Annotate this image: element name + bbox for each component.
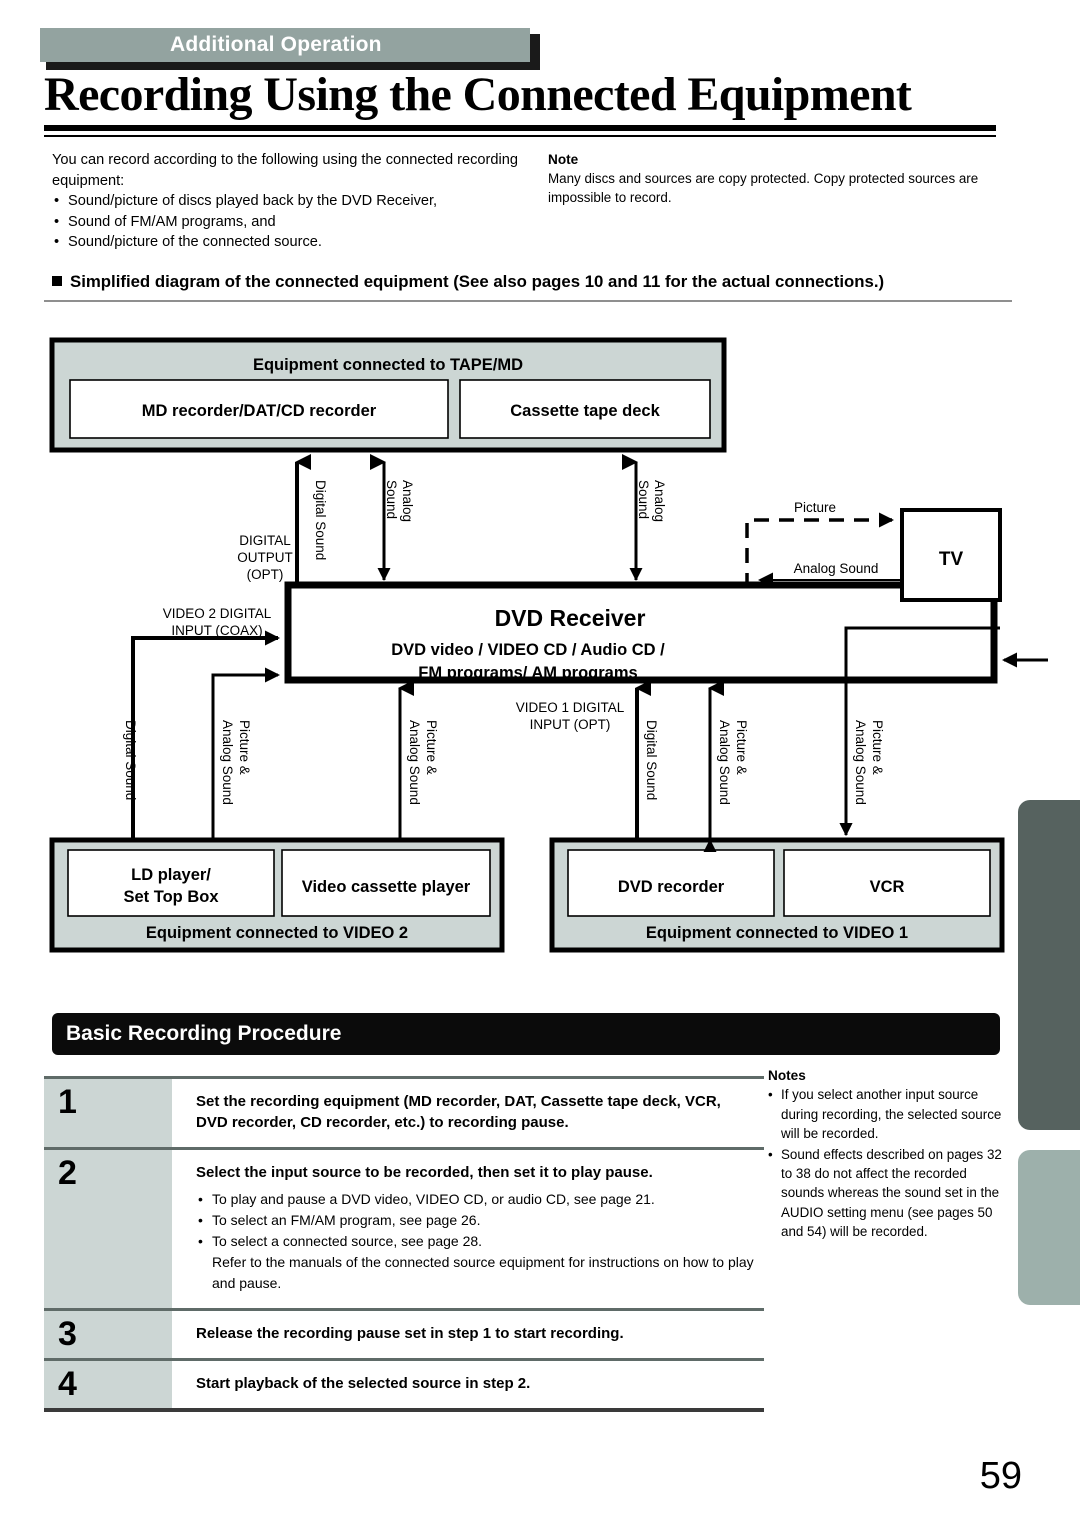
dvd-receiver-line2: FM programs/ AM programs [418,664,637,682]
section-tag-label: Additional Operation [170,33,382,56]
list-item: Sound/picture of discs played back by th… [52,191,522,212]
label-picture-analog-vcp: Analog Sound [407,720,422,805]
step-number: 3 [44,1311,172,1358]
basic-recording-procedure-title: Basic Recording Procedure [66,1022,342,1045]
video-cassette-box-label: Video cassette player [302,878,471,896]
section-tag: Additional Operation [40,28,530,62]
page-number: 59 [979,1455,1022,1497]
md-recorder-box-label: MD recorder/DAT/CD recorder [142,402,377,420]
svg-text:INPUT (COAX): INPUT (COAX) [171,623,262,638]
step-continuation: Refer to the manuals of the connected so… [212,1254,754,1291]
procedure-step: 4 Start playback of the selected source … [44,1358,764,1412]
procedure-steps: 1 Set the recording equipment (MD record… [44,1076,764,1412]
list-item: Sound of FM/AM programs, and [52,212,522,233]
connection-diagram: Equipment connected to TAPE/MD MD record… [0,330,1080,970]
intro-block: You can record according to the followin… [52,150,522,253]
title-rule-thick [44,125,996,131]
note-top-block: Note Many discs and sources are copy pro… [548,150,1008,207]
video1-group-label: Equipment connected to VIDEO 1 [646,924,908,942]
list-item: Sound effects described on pages 32 to 3… [768,1145,1008,1242]
step-number: 1 [44,1079,172,1147]
step-body: Release the recording pause set in step … [172,1311,764,1358]
section-tag-banner: Additional Operation [40,28,540,70]
label-analog-sound-md: Analog [400,480,415,522]
label-digital-sound-ld: Digital Sound [123,720,138,800]
svg-text:(OPT): (OPT) [247,567,284,582]
step-text: Start playback of the selected source in… [196,1375,531,1392]
list-item: If you select another input source durin… [768,1085,1008,1143]
svg-text:Sound: Sound [384,480,399,519]
label-digital-output-opt: DIGITAL [239,533,291,548]
note-top-text: Many discs and sources are copy protecte… [548,171,979,205]
procedure-step: 3 Release the recording pause set in ste… [44,1308,764,1358]
video2-group-label: Equipment connected to VIDEO 2 [146,924,408,942]
svg-text:INPUT (OPT): INPUT (OPT) [530,717,611,732]
label-analog-sound-tv: Analog Sound [794,561,879,576]
label-picture-analog-dvdrec: Analog Sound [717,720,732,805]
svg-text:Picture &: Picture & [870,720,885,775]
step-body: Set the recording equipment (MD recorder… [172,1079,764,1147]
list-item: To select an FM/AM program, see page 26. [196,1210,756,1231]
step-number: 4 [44,1361,172,1408]
intro-lead: You can record according to the followin… [52,152,518,189]
step-body: Start playback of the selected source in… [172,1361,764,1408]
note-top-heading: Note [548,152,579,167]
step-body: Select the input source to be recorded, … [172,1150,764,1308]
label-video1-digital-input-opt: VIDEO 1 DIGITAL [516,700,625,715]
label-digital-sound-md: Digital Sound [313,480,328,560]
step-text: Select the input source to be recorded, … [196,1164,653,1181]
cassette-deck-box-label: Cassette tape deck [510,402,660,420]
dvd-receiver-line1: DVD video / VIDEO CD / Audio CD / [391,641,665,659]
ld-player-box-label: LD player/ [131,866,211,884]
list-item: To select a connected source, see page 2… [196,1231,756,1252]
label-digital-sound-dvdrec: Digital Sound [644,720,659,800]
procedure-step: 1 Set the recording equipment (MD record… [44,1076,764,1147]
title-rule-thin [44,135,996,137]
intro-bullet-list: Sound/picture of discs played back by th… [52,191,522,253]
tv-box-label: TV [939,549,964,570]
list-item: To play and pause a DVD video, VIDEO CD,… [196,1189,756,1210]
notes-side-block: Notes If you select another input source… [768,1066,1008,1243]
svg-text:Picture &: Picture & [424,720,439,775]
svg-text:Sound: Sound [636,480,651,519]
label-picture-analog-vcr: Analog Sound [853,720,868,805]
margin-tab-light [1018,1150,1080,1305]
svg-text:OUTPUT: OUTPUT [237,550,293,565]
label-picture-analog-ld: Analog Sound [220,720,235,805]
step-text: Release the recording pause set in step … [196,1325,624,1342]
svg-text:Picture &: Picture & [237,720,252,775]
svg-text:Set Top Box: Set Top Box [123,888,219,906]
manual-page: Additional Operation Recording Using the… [0,0,1080,1528]
step-text: Set the recording equipment (MD recorder… [196,1093,721,1131]
diagram-heading-label: Simplified diagram of the connected equi… [70,272,885,291]
label-analog-sound-cassette: Analog [652,480,667,522]
diagram-heading: Simplified diagram of the connected equi… [52,272,1012,292]
label-video2-digital-input-coax: VIDEO 2 DIGITAL [163,606,272,621]
page-title: Recording Using the Connected Equipment [44,68,912,121]
dvd-recorder-box-label: DVD recorder [618,878,725,896]
vcr-box-label: VCR [870,878,905,896]
dvd-receiver-title: DVD Receiver [495,605,646,631]
square-bullet-icon [52,276,62,286]
svg-text:Picture &: Picture & [734,720,749,775]
margin-tab-dark [1018,800,1080,1130]
step-bullet-list: To play and pause a DVD video, VIDEO CD,… [196,1189,756,1252]
notes-side-list: If you select another input source durin… [768,1085,1008,1241]
procedure-step: 2 Select the input source to be recorded… [44,1147,764,1308]
diagram-heading-rule [44,300,1012,302]
list-item: Sound/picture of the connected source. [52,232,522,253]
basic-recording-procedure-bar: Basic Recording Procedure [52,1013,1000,1055]
notes-side-heading: Notes [768,1068,806,1083]
tapemd-group-label: Equipment connected to TAPE/MD [253,356,523,374]
step-number: 2 [44,1150,172,1308]
label-picture-tv: Picture [794,500,836,515]
